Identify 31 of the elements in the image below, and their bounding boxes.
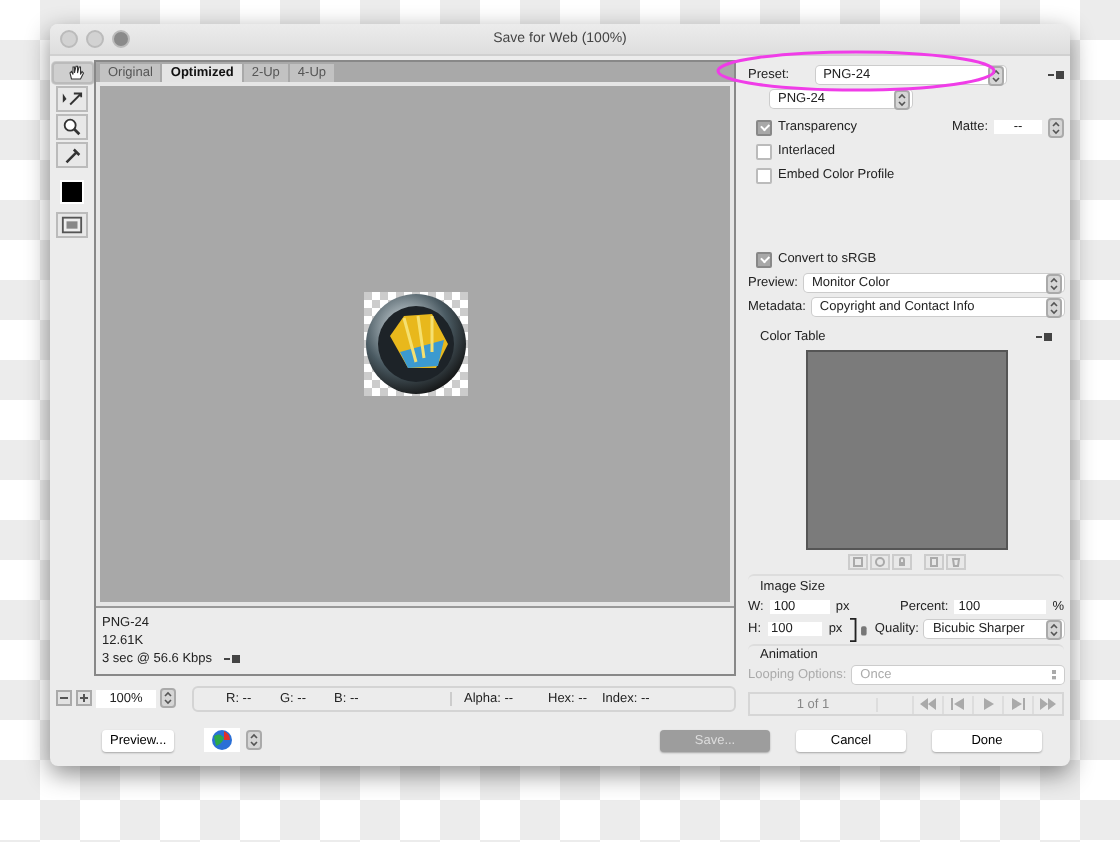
menu-icon[interactable] [224, 653, 241, 663]
eyedropper-tool-icon[interactable] [56, 142, 88, 168]
fast-forward-icon [1038, 698, 1058, 710]
zoom-out-button[interactable] [56, 690, 72, 706]
stepper-icon[interactable] [246, 730, 263, 750]
stepper-icon[interactable] [894, 89, 910, 109]
play-icon [978, 698, 998, 710]
zoom-button[interactable] [112, 30, 130, 48]
stepper-icon[interactable] [1048, 117, 1064, 137]
color-swatch[interactable] [60, 180, 84, 204]
slice-select-tool-icon[interactable] [56, 86, 88, 112]
stepper-icon[interactable] [1046, 619, 1062, 639]
checkbox[interactable] [756, 251, 772, 267]
checkbox[interactable] [756, 143, 772, 159]
checkbox[interactable] [756, 167, 772, 183]
zoom-in-button[interactable] [76, 690, 92, 706]
stepper-icon[interactable] [1046, 273, 1062, 293]
step-back-icon [948, 698, 968, 710]
link-icon[interactable] [850, 615, 869, 643]
checkbox[interactable] [756, 119, 772, 135]
step-forward-icon [1008, 698, 1028, 710]
stepper-icon[interactable] [160, 688, 176, 708]
slice-visibility-icon[interactable] [56, 212, 88, 238]
menu-icon[interactable] [1036, 332, 1052, 342]
browser-globe-icon[interactable] [204, 728, 241, 752]
zoom-tool-icon[interactable] [56, 114, 88, 140]
stepper-icon[interactable] [1046, 297, 1062, 317]
rewind-icon [918, 698, 938, 710]
preview-image-drawing [363, 292, 467, 396]
hand-tool-icon[interactable] [51, 62, 93, 84]
menu-icon[interactable] [1048, 70, 1064, 80]
